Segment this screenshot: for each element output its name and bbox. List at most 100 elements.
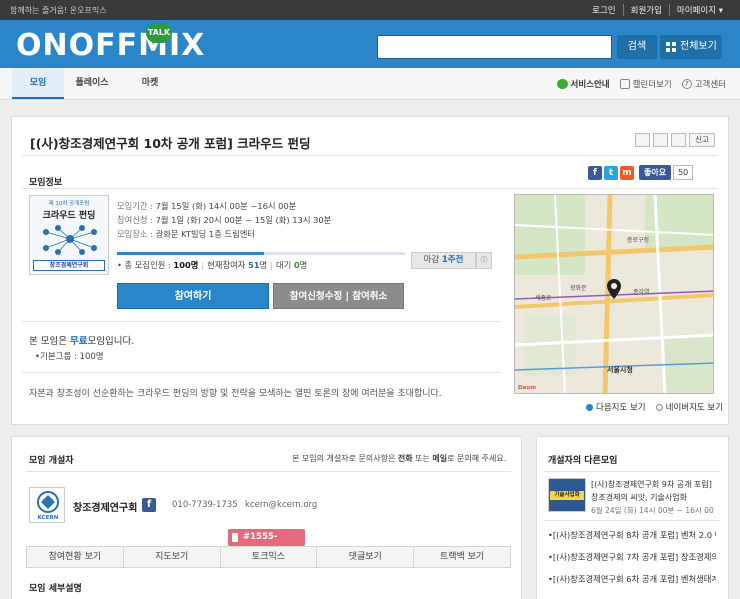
free-notice: 본 모임은 무료모임입니다. — [29, 333, 134, 347]
info-divider — [22, 188, 718, 189]
tab-attendance[interactable]: 참여현황 보기 — [27, 547, 123, 567]
notice-mid: 또는 — [415, 454, 430, 463]
login-link[interactable]: 로그인 — [585, 4, 622, 16]
free-word: 무료 — [70, 336, 88, 347]
modify-cancel-button[interactable]: 참여신청수정 | 참여취소 — [273, 283, 404, 309]
desc-divider — [22, 372, 500, 373]
calendar-label: 캘린더보기 — [632, 80, 672, 90]
notice-mail: 메일 — [432, 454, 448, 463]
poster-tag: 제 10차 공개포럼 — [48, 201, 90, 207]
map-label-sejong: 세종로 — [535, 295, 552, 302]
notice-prefix: 본 모임의 개설자로 문의사항은 — [292, 454, 396, 463]
talkmix-code-badge[interactable]: #1555-130152 — [228, 529, 305, 559]
tab-market[interactable]: 마켓 — [124, 68, 176, 99]
print-icon[interactable] — [671, 133, 686, 147]
calendar-icon — [619, 79, 630, 89]
site-header: ONOFFMIX TALK 검색 전체보기 — [0, 20, 740, 68]
total-label: • 총 모집인원 : — [117, 260, 171, 270]
tab-comments[interactable]: 댓글보기 — [316, 547, 413, 567]
daum-map-link[interactable]: 다음지도 보기 — [586, 401, 646, 413]
organizer-email[interactable]: kcern@kcern.org — [245, 500, 317, 510]
info-place-key: 모임장소 : — [117, 229, 153, 239]
join-button[interactable]: 참여하기 — [117, 283, 269, 309]
info-apply: 참여신청 : 7월 1일 (화) 20시 00분 ~ 15일 (화) 13시 3… — [117, 214, 331, 226]
twitter-share-icon[interactable]: t — [604, 165, 618, 180]
search-button[interactable]: 검색 — [617, 35, 657, 59]
grid-icon — [666, 42, 676, 52]
service-icon — [556, 79, 568, 89]
talk-badge: TALK — [146, 23, 172, 43]
tab-meeting[interactable]: 모임 — [12, 68, 64, 99]
site-logo[interactable]: ONOFFMIX — [16, 28, 205, 63]
event-poster[interactable]: 제 10차 공개포럼 크라우드 펀딩 창조경제연구회 — [29, 195, 109, 275]
help-label: 고객센터 — [694, 80, 726, 90]
font-small-icon[interactable] — [635, 133, 650, 147]
map-marker-icon[interactable] — [607, 279, 621, 299]
event-info-label: 모임정보 — [29, 178, 63, 188]
service-guide-label: 서비스안내 — [570, 80, 610, 90]
organizer-divider — [26, 471, 511, 472]
deadline-badge: 마감 1주전 — [411, 252, 476, 269]
facebook-share-icon[interactable]: f — [588, 165, 602, 180]
group-info: •기본그룹 : 100명 — [35, 352, 104, 362]
organizer-name[interactable]: 창조경제연구회 — [73, 499, 137, 514]
map-label-gwanghwamun: 광화문 — [570, 285, 587, 292]
poster-title: 크라우드 펀딩 — [42, 211, 96, 221]
featured-event-title-2[interactable]: 창조경제의 씨앗, 기술사업화 — [591, 492, 687, 503]
me2day-share-icon[interactable]: m — [620, 165, 634, 180]
details-label: 모임 세부설명 — [29, 584, 82, 594]
info-period-key: 모임기간 : — [117, 201, 153, 211]
map-label-cityhall: 서울시청 — [607, 366, 633, 374]
naver-map-link[interactable]: 네이버지도 보기 — [655, 401, 723, 413]
map-label-jonggak: 종각역 — [633, 289, 650, 296]
poster-footer: 창조경제연구회 — [33, 260, 105, 271]
organizer-facebook-icon[interactable]: f — [142, 498, 156, 512]
location-map[interactable]: 종로구청 세종로 광화문 종각역 서울시청 Daum — [514, 194, 714, 394]
featured-event-thumbnail[interactable]: 기술사업화 — [548, 478, 586, 512]
attendance-progress — [117, 252, 405, 255]
free-prefix: 본 모임은 — [29, 336, 67, 347]
tab-trackback[interactable]: 트랙백 보기 — [413, 547, 510, 567]
share-bar: f t m 좋아요 50 — [588, 165, 694, 180]
mypage-link[interactable]: 마이페이지 ▾ — [668, 4, 730, 16]
report-button[interactable]: 신고 — [689, 133, 715, 147]
organizer-tabs: 참여현황 보기 지도보기 토크믹스 댓글보기 트랙백 보기 — [26, 546, 511, 568]
deadline-info-icon[interactable]: ⓘ — [476, 252, 492, 269]
organizer-notice: 본 모임의 개설자로 문의사항은 전화 또는 메일로 문의해 주세요. — [292, 453, 506, 464]
wait-unit: 명 — [299, 260, 308, 270]
search-input[interactable] — [377, 35, 612, 59]
calendar-link[interactable]: 캘린더보기 — [619, 78, 672, 90]
view-all-label: 전체보기 — [680, 41, 717, 52]
current-label: 현재참여자 — [207, 260, 246, 270]
signup-link[interactable]: 회원가입 — [622, 4, 669, 16]
info-period-value: 7월 15일 (화) 14시 00분 ~16시 00분 — [155, 201, 297, 211]
organizer-logo[interactable]: KCERN — [29, 487, 65, 523]
network-graphic — [43, 225, 97, 255]
info-place-value: 광화문 KT빌딩 1층 드림엔터 — [155, 229, 255, 239]
sidebar-divider — [544, 471, 720, 472]
featured-event-title-1[interactable]: [(사)창조경제연구회 9차 공개 포럼] — [591, 479, 712, 490]
total-value: 100명 — [173, 260, 199, 270]
featured-thumb-text: 기술사업화 — [550, 491, 584, 500]
tab-place[interactable]: 플레이스 — [66, 68, 118, 99]
tab-map[interactable]: 지도보기 — [122, 547, 220, 567]
other-event-item[interactable]: •[(사)창조경제연구회 6차 공개 포럼] 벤처생태계... — [548, 573, 716, 585]
other-event-item[interactable]: •[(사)창조경제연구회 7차 공개 포럼] 창조경제의 ... — [548, 551, 716, 563]
deadline-label: 마감 — [423, 255, 440, 265]
radio-naver[interactable] — [655, 404, 663, 411]
sidebar-item-divider — [544, 520, 720, 521]
font-large-icon[interactable] — [653, 133, 668, 147]
wait-label: 대기 — [275, 260, 292, 270]
view-all-button[interactable]: 전체보기 — [660, 35, 722, 59]
facebook-like-button[interactable]: 좋아요 — [639, 165, 672, 180]
map-label-district: 종로구청 — [627, 237, 650, 244]
other-event-item[interactable]: •[(사)창조경제연구회 8차 공개 포럼] 벤처 2.0 벤... — [548, 529, 716, 541]
radio-daum[interactable] — [586, 404, 593, 411]
other-events-title: 개설자의 다른모임 — [548, 456, 618, 466]
notice-phone: 전화 — [397, 454, 413, 463]
service-guide-link[interactable]: 서비스안내 — [556, 78, 610, 90]
info-apply-value: 7월 1일 (화) 20시 00분 ~ 15일 (화) 13시 30분 — [155, 215, 332, 225]
help-link[interactable]: ? 고객센터 — [681, 78, 726, 90]
tab-talkmix[interactable]: 토크믹스 — [219, 547, 317, 567]
site-tagline: 함께하는 즐거움! 온오프믹스 — [10, 6, 107, 15]
